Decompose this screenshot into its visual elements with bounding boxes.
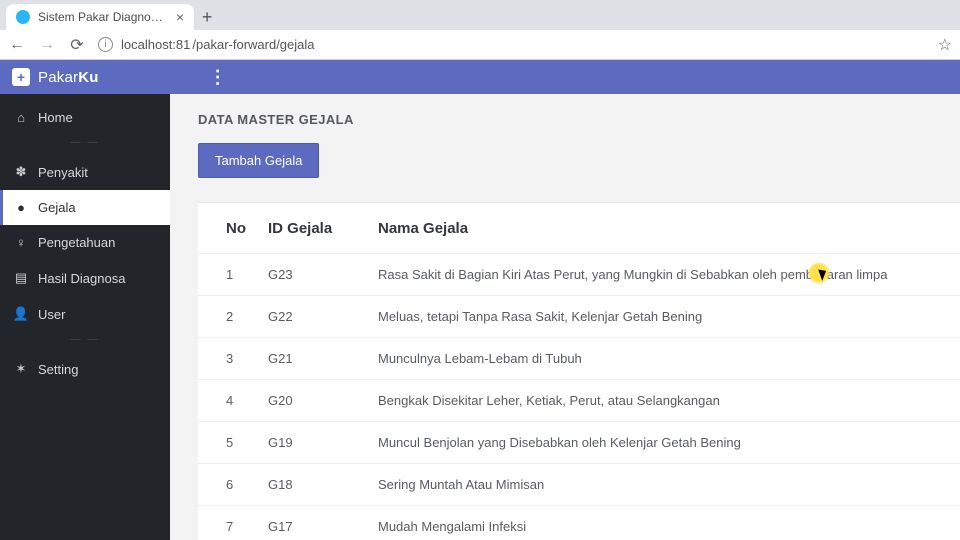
sidebar-item-label: Setting: [38, 362, 78, 377]
brand-left: Pakar: [38, 69, 78, 86]
sidebar-item-label: Penyakit: [38, 165, 88, 180]
cell-id: G17: [268, 519, 378, 534]
new-tab-button[interactable]: +: [194, 4, 220, 30]
header-menu-icon[interactable]: ⋮: [209, 67, 227, 88]
close-tab-icon[interactable]: ×: [176, 9, 184, 25]
browser-chrome: Sistem Pakar Diagnosa Penyakit L × + ← →…: [0, 0, 960, 60]
col-no-header: No: [198, 220, 268, 237]
page-title: DATA MASTER GEJALA: [198, 112, 960, 127]
cell-id: G22: [268, 309, 378, 324]
tab-favicon-icon: [16, 10, 30, 24]
site-info-icon[interactable]: i: [98, 37, 113, 52]
sidebar-item-label: Gejala: [38, 200, 76, 215]
cell-nama: Meluas, tetapi Tanpa Rasa Sakit, Kelenja…: [378, 309, 960, 324]
table-row[interactable]: 5 G19 Muncul Benjolan yang Disebabkan ol…: [198, 421, 960, 463]
address-bar: ← → ⟳ i localhost:81/pakar-forward/gejal…: [0, 30, 960, 60]
sidebar-item-gejala[interactable]: ● Gejala: [0, 190, 170, 225]
sidebar-item-label: Pengetahuan: [38, 235, 115, 250]
url-path: /pakar-forward/gejala: [192, 37, 314, 52]
brand[interactable]: PakarKu: [38, 69, 99, 86]
cell-id: G18: [268, 477, 378, 492]
alert-icon: ●: [14, 200, 28, 215]
url-field[interactable]: i localhost:81/pakar-forward/gejala: [98, 37, 926, 52]
cell-no: 1: [198, 267, 268, 282]
disease-icon: ✽: [14, 164, 28, 180]
table-row[interactable]: 7 G17 Mudah Mengalami Infeksi: [198, 505, 960, 540]
url-host: localhost:81: [121, 37, 190, 52]
sidebar-item-label: Hasil Diagnosa: [38, 271, 125, 286]
cell-no: 4: [198, 393, 268, 408]
table-row[interactable]: 3 G21 Munculnya Lebam-Lebam di Tubuh: [198, 337, 960, 379]
sidebar-item-setting[interactable]: ✶ Setting: [0, 351, 170, 387]
cell-nama: Munculnya Lebam-Lebam di Tubuh: [378, 351, 960, 366]
sidebar-item-penyakit[interactable]: ✽ Penyakit: [0, 154, 170, 190]
cell-nama: Mudah Mengalami Infeksi: [378, 519, 960, 534]
add-gejala-button[interactable]: Tambah Gejala: [198, 143, 319, 178]
sidebar-divider: — —: [0, 332, 170, 351]
cell-no: 7: [198, 519, 268, 534]
reload-button[interactable]: ⟳: [68, 35, 86, 55]
cell-no: 2: [198, 309, 268, 324]
gear-icon: ✶: [14, 361, 28, 377]
sidebar: ⌂ Home — — ✽ Penyakit ● Gejala ♀ Pengeta…: [0, 94, 170, 540]
document-icon: ▤: [14, 270, 28, 286]
bookmark-star-icon[interactable]: ☆: [938, 35, 952, 55]
app-header: + PakarKu ⋮: [0, 60, 960, 94]
col-nama-header: Nama Gejala: [378, 220, 960, 237]
cell-nama: Bengkak Disekitar Leher, Ketiak, Perut, …: [378, 393, 960, 408]
table-row[interactable]: 6 G18 Sering Muntah Atau Mimisan: [198, 463, 960, 505]
cell-id: G23: [268, 267, 378, 282]
home-icon: ⌂: [14, 110, 28, 125]
sidebar-item-pengetahuan[interactable]: ♀ Pengetahuan: [0, 225, 170, 260]
tab-title: Sistem Pakar Diagnosa Penyakit L: [38, 10, 168, 24]
brand-right: Ku: [78, 69, 98, 86]
forward-button[interactable]: →: [38, 36, 56, 54]
sidebar-item-user[interactable]: 👤 User: [0, 296, 170, 332]
bulb-icon: ♀: [14, 235, 28, 250]
table-row[interactable]: 1 G23 Rasa Sakit di Bagian Kiri Atas Per…: [198, 253, 960, 295]
back-button[interactable]: ←: [8, 36, 26, 54]
user-icon: 👤: [14, 306, 28, 322]
sidebar-item-label: Home: [38, 110, 73, 125]
content: DATA MASTER GEJALA Tambah Gejala No ID G…: [170, 94, 960, 540]
cell-id: G19: [268, 435, 378, 450]
tab-strip: Sistem Pakar Diagnosa Penyakit L × +: [0, 0, 960, 30]
app-body: ⌂ Home — — ✽ Penyakit ● Gejala ♀ Pengeta…: [0, 94, 960, 540]
cell-nama: Muncul Benjolan yang Disebabkan oleh Kel…: [378, 435, 960, 450]
cell-id: G21: [268, 351, 378, 366]
cell-no: 5: [198, 435, 268, 450]
sidebar-item-home[interactable]: ⌂ Home: [0, 100, 170, 135]
browser-tab[interactable]: Sistem Pakar Diagnosa Penyakit L ×: [6, 4, 194, 30]
brand-badge-icon: +: [12, 68, 30, 86]
table-header: No ID Gejala Nama Gejala: [198, 203, 960, 253]
cell-nama: Sering Muntah Atau Mimisan: [378, 477, 960, 492]
cell-no: 3: [198, 351, 268, 366]
cell-no: 6: [198, 477, 268, 492]
sidebar-item-label: User: [38, 307, 65, 322]
sidebar-item-hasil-diagnosa[interactable]: ▤ Hasil Diagnosa: [0, 260, 170, 296]
col-id-header: ID Gejala: [268, 220, 378, 237]
sidebar-divider: — —: [0, 135, 170, 154]
cell-id: G20: [268, 393, 378, 408]
table-row[interactable]: 4 G20 Bengkak Disekitar Leher, Ketiak, P…: [198, 379, 960, 421]
table-row[interactable]: 2 G22 Meluas, tetapi Tanpa Rasa Sakit, K…: [198, 295, 960, 337]
gejala-table: No ID Gejala Nama Gejala 1 G23 Rasa Saki…: [198, 202, 960, 540]
cell-nama: Rasa Sakit di Bagian Kiri Atas Perut, ya…: [378, 267, 960, 282]
